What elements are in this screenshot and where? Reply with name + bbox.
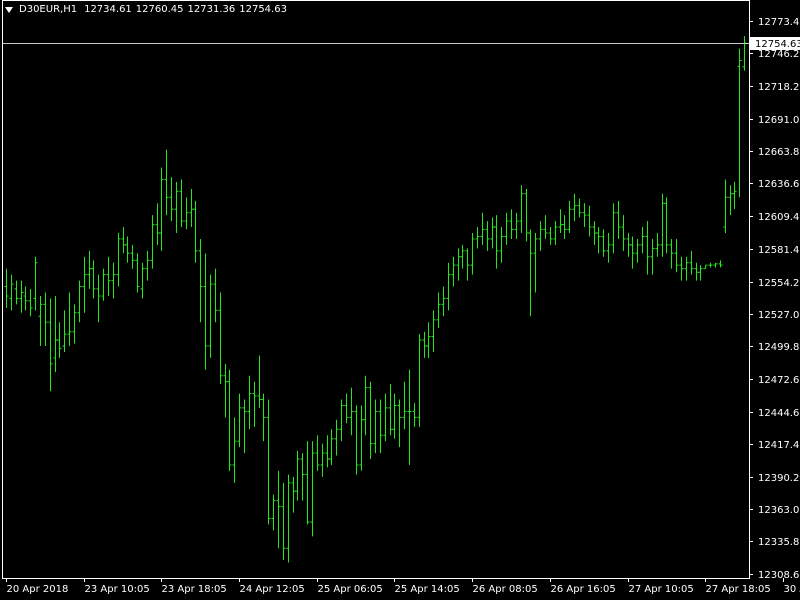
y-tick-label: 12746.20 [758, 49, 800, 60]
x-tick-label: 27 Apr 10:05 [629, 584, 694, 595]
x-tick-label: 26 Apr 08:05 [473, 584, 538, 595]
y-tick-label: 12472.60 [758, 375, 800, 386]
low-value: 12731.36 [187, 4, 236, 15]
y-tick-label: 12581.40 [758, 245, 800, 256]
y-tick-label: 12773.40 [758, 17, 800, 28]
x-tick-label: 26 Apr 16:05 [551, 584, 616, 595]
x-tick-label: 25 Apr 14:05 [395, 584, 460, 595]
y-tick-label: 12663.80 [758, 147, 800, 158]
y-tick-label: 12718.20 [758, 82, 800, 93]
current-price-label: 12754.63 [750, 37, 800, 50]
y-tick-label: 12609.40 [758, 212, 800, 223]
y-tick-label: 12499.80 [758, 342, 800, 353]
price-label-text: 12754.63 [755, 39, 800, 50]
x-tick-label: 20 Apr 2018 [7, 584, 69, 595]
chart-header: D30EUR,H1 12734.61 12760.45 12731.36 127… [5, 4, 287, 15]
y-tick-label: 12390.20 [758, 473, 800, 484]
y-tick-label: 12527.00 [758, 310, 800, 321]
y-tick-label: 12554.20 [758, 278, 800, 289]
plot-background [0, 0, 800, 600]
x-tick-label: 23 Apr 10:05 [85, 584, 150, 595]
y-tick-label: 12444.60 [758, 408, 800, 419]
y-tick-label: 12363.00 [758, 505, 800, 516]
x-tick-label: 24 Apr 12:05 [240, 584, 305, 595]
open-value: 12734.61 [84, 4, 132, 15]
y-tick-label: 12417.40 [758, 440, 800, 451]
x-tick-label: 27 Apr 18:05 [706, 584, 771, 595]
high-value: 12760.45 [135, 4, 184, 15]
y-tick-label: 12308.60 [758, 570, 800, 581]
x-tick-label: 23 Apr 18:05 [162, 584, 227, 595]
x-tick-label: 25 Apr 06:05 [318, 584, 383, 595]
y-tick-label: 12636.60 [758, 179, 800, 190]
symbol-label: D30EUR,H1 [19, 4, 78, 15]
close-value: 12754.63 [239, 4, 287, 15]
x-tick-label: 30 Apr 12:05 [784, 584, 800, 595]
chart-window[interactable]: 12773.40 12746.20 12718.20 12691.00 12663.80… [0, 0, 800, 600]
y-tick-label: 12335.80 [758, 537, 800, 548]
chevron-down-icon[interactable] [5, 6, 13, 13]
ohlc-chart[interactable]: 12773.40 12746.20 12718.20 12691.00 12663.80… [0, 0, 800, 600]
y-tick-label: 12691.00 [758, 115, 800, 126]
